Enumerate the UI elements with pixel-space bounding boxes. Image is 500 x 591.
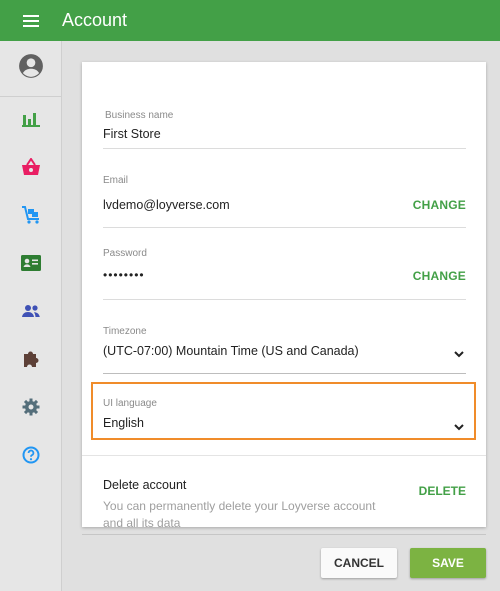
sidebar-item-reports[interactable] [0, 97, 62, 145]
delete-account-section: Delete account You can permanently delet… [82, 455, 486, 530]
change-email-button[interactable]: CHANGE [413, 198, 466, 212]
top-app-bar: Account [0, 0, 500, 41]
sidebar-item-account[interactable] [0, 41, 62, 97]
sidebar-item-help[interactable] [0, 433, 62, 481]
password-field: Password •••••••• CHANGE [103, 248, 466, 302]
password-underline [103, 299, 466, 300]
integrations-puzzle-icon [22, 350, 40, 373]
ui-language-highlight-box [91, 382, 476, 440]
business-name-field[interactable]: Business name First Store [103, 110, 466, 150]
timezone-value[interactable]: (UTC-07:00) Mountain Time (US and Canada… [103, 344, 359, 358]
delete-account-title: Delete account [103, 478, 187, 492]
sidebar-item-employees[interactable] [0, 241, 62, 289]
email-label: Email [103, 175, 129, 186]
settings-gear-icon [22, 398, 40, 421]
shopping-basket-icon [21, 156, 41, 181]
save-button[interactable]: SAVE [410, 548, 486, 578]
inventory-cart-icon [21, 205, 41, 229]
timezone-underline [103, 373, 466, 374]
sidebar-item-settings[interactable] [0, 385, 62, 433]
sidebar-item-sales[interactable] [0, 145, 62, 193]
help-circle-icon [22, 446, 40, 469]
email-underline [103, 227, 466, 228]
account-form-card: Business name First Store Email lvdemo@l… [82, 62, 486, 530]
customers-icon [21, 304, 41, 323]
delete-account-button[interactable]: DELETE [419, 484, 466, 498]
business-name-underline [103, 148, 466, 149]
cancel-button[interactable]: CANCEL [321, 548, 397, 578]
bar-chart-icon [22, 111, 40, 132]
email-field: Email lvdemo@loyverse.com CHANGE [103, 175, 466, 229]
sidebar-item-customers[interactable] [0, 289, 62, 337]
sidebar-item-inventory[interactable] [0, 193, 62, 241]
business-name-label: Business name [105, 110, 174, 121]
email-value: lvdemo@loyverse.com [103, 198, 230, 212]
employee-card-icon [21, 254, 41, 276]
sidebar [0, 41, 62, 591]
footer-divider [82, 534, 486, 535]
timezone-select[interactable]: Timezone (UTC-07:00) Mountain Time (US a… [103, 326, 466, 378]
business-name-input[interactable]: First Store [103, 127, 161, 141]
timezone-label: Timezone [103, 326, 147, 337]
account-circle-icon [18, 53, 44, 84]
page-title: Account [62, 10, 128, 30]
main-content: Business name First Store Email lvdemo@l… [62, 41, 500, 591]
change-password-button[interactable]: CHANGE [413, 269, 466, 283]
hamburger-menu-icon[interactable] [0, 0, 62, 41]
password-label: Password [103, 248, 147, 259]
delete-account-description: You can permanently delete your Loyverse… [103, 499, 376, 530]
chevron-down-icon[interactable] [452, 347, 466, 361]
sidebar-item-integrations[interactable] [0, 337, 62, 385]
password-value: •••••••• [103, 268, 145, 282]
